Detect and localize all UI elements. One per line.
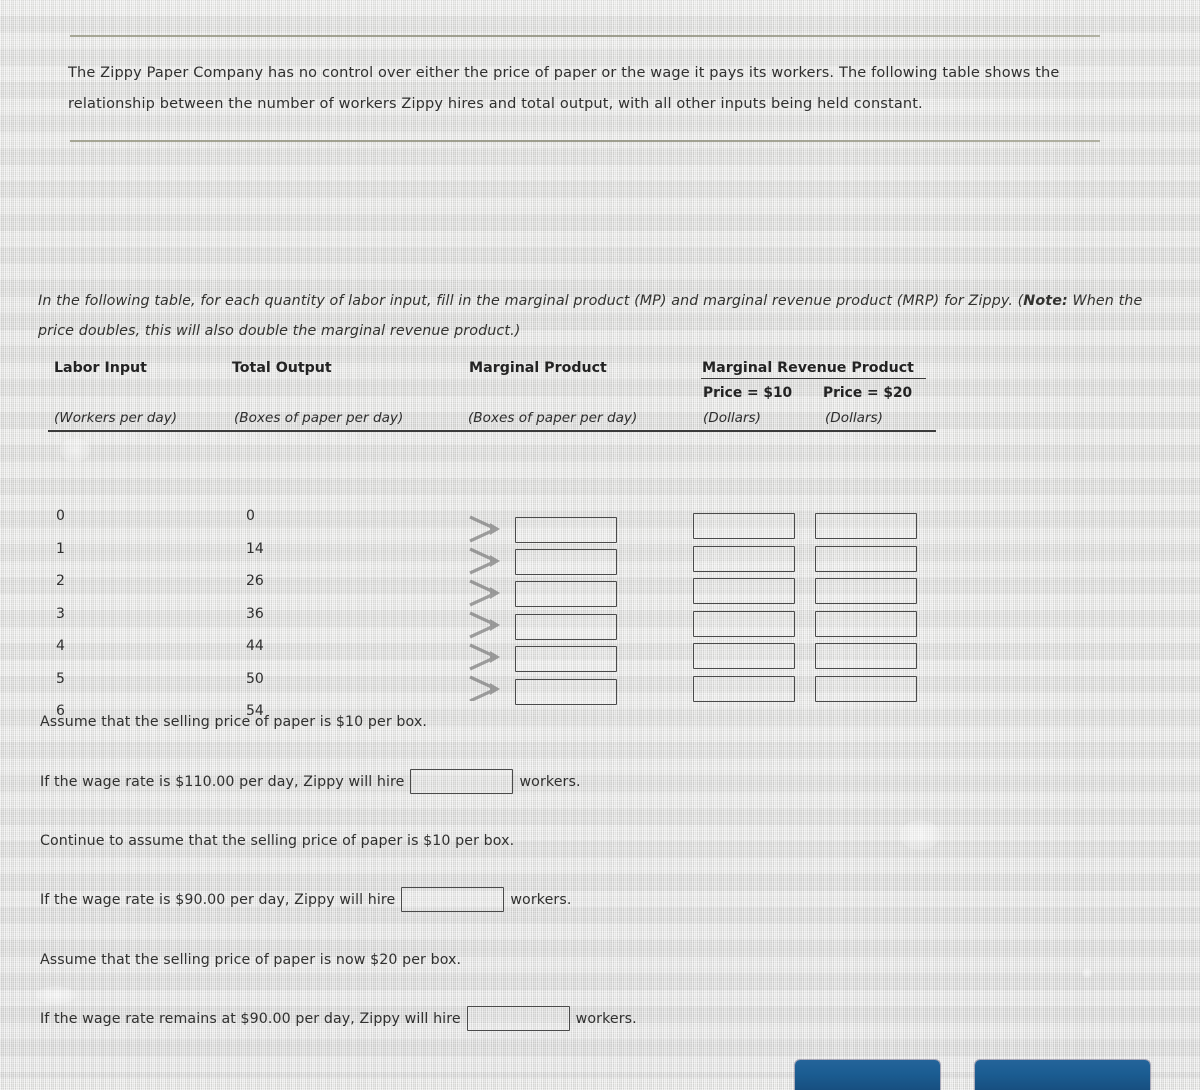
table-row: 5 50	[46, 671, 946, 704]
mrp-price-10-input-row-6[interactable]	[693, 675, 795, 702]
cell-total-output: 36	[246, 605, 264, 622]
marginal-product-input-row-2[interactable]	[515, 549, 617, 575]
workers-answer-input-3[interactable]	[466, 1006, 570, 1031]
marginal-product-input-row-4[interactable]	[515, 613, 617, 640]
assumption-text-3: Assume that the selling price of paper i…	[40, 952, 462, 968]
mrp-price-10-input-row-1[interactable]	[693, 513, 795, 539]
header-price-20: Price = $20	[823, 385, 913, 401]
table-header-rule	[48, 430, 936, 432]
instruction-note-label: Note:	[1023, 293, 1068, 309]
header-price-10: Price = $10	[703, 385, 793, 401]
table-row: 0 0	[46, 508, 946, 541]
instruction-text-before-note: In the following table, for each quantit…	[38, 293, 1024, 309]
mrp-price-10-input-row-2[interactable]	[693, 545, 795, 572]
cell-total-output: 14	[246, 540, 264, 557]
marginal-product-input-row-5[interactable]	[515, 646, 617, 672]
question-prompt-prefix-3: If the wage rate remains at $90.00 per d…	[40, 1010, 461, 1027]
assumption-text-1: Assume that the selling price of paper i…	[40, 714, 427, 730]
subheader-labor-input: (Workers per day)	[54, 410, 178, 426]
question-prompt-prefix-1: If the wage rate is $110.00 per day, Zip…	[40, 773, 405, 790]
workers-answer-input-2[interactable]	[401, 887, 505, 912]
mrp-price-20-input-row-3[interactable]	[815, 578, 917, 604]
cell-total-output: 50	[246, 670, 264, 687]
cell-labor-input: 5	[56, 670, 65, 687]
intro-paragraph: The Zippy Paper Company has no control o…	[68, 65, 1060, 112]
instruction-text: In the following table, for each quantit…	[38, 286, 1168, 346]
subheader-dollars-price-10: (Dollars)	[703, 410, 761, 426]
paper-smudge	[36, 986, 76, 1004]
mrp-price-20-input-row-1[interactable]	[815, 513, 917, 539]
cell-labor-input: 2	[56, 573, 65, 589]
table-row: 3 36	[46, 606, 946, 639]
cell-labor-input: 0	[56, 508, 65, 524]
worksheet-page: The Zippy Paper Company has no control o…	[0, 0, 1200, 1090]
question-line-2: If the wage rate is $90.00 per day, Zipp…	[40, 887, 571, 912]
paper-smudge	[1082, 968, 1092, 978]
question-prompt-suffix-3: workers.	[575, 1010, 637, 1027]
mrp-price-10-input-row-3[interactable]	[693, 578, 795, 604]
cell-total-output: 0	[246, 508, 255, 524]
question-prompt-suffix-2: workers.	[510, 891, 572, 908]
primary-action-button[interactable]	[795, 1060, 940, 1090]
mrp-price-10-input-row-5[interactable]	[693, 643, 795, 669]
mrp-price-10-input-row-4[interactable]	[693, 610, 795, 637]
subheader-total-output: (Boxes of paper per day)	[234, 410, 404, 426]
divider-bottom	[70, 140, 1100, 142]
marginal-product-input-row-1[interactable]	[515, 517, 617, 543]
table-body: 0 0 1 14 2 26 3 36 4 44 5 50 6 54	[46, 508, 946, 723]
marginal-product-table: Labor Input Total Output Marginal Produc…	[46, 356, 946, 719]
assumption-text-2: Continue to assume that the selling pric…	[40, 833, 515, 849]
divider-top	[70, 35, 1100, 37]
question-line-1: If the wage rate is $110.00 per day, Zip…	[40, 769, 581, 794]
header-total-output: Total Output	[232, 360, 332, 376]
table-header: Labor Input Total Output Marginal Produc…	[46, 356, 946, 432]
paper-smudge	[900, 820, 940, 850]
cell-total-output: 26	[246, 573, 264, 589]
mrp-price-20-input-row-4[interactable]	[815, 610, 917, 637]
cell-labor-input: 4	[56, 638, 65, 654]
question-prompt-prefix-2: If the wage rate is $90.00 per day, Zipp…	[40, 891, 396, 908]
marginal-product-input-row-3[interactable]	[515, 581, 617, 607]
subheader-marginal-product: (Boxes of paper per day)	[468, 410, 638, 426]
cell-labor-input: 3	[56, 605, 65, 622]
mrp-price-20-input-row-6[interactable]	[815, 675, 917, 702]
workers-answer-input-1[interactable]	[410, 769, 514, 794]
header-marginal-revenue-product: Marginal Revenue Product	[702, 360, 914, 376]
question-line-3: If the wage rate remains at $90.00 per d…	[40, 1006, 637, 1031]
header-labor-input: Labor Input	[54, 360, 147, 376]
question-prompt-suffix-1: workers.	[519, 773, 581, 790]
table-row: 4 44	[46, 638, 946, 671]
table-row: 2 26	[46, 573, 946, 606]
cell-total-output: 44	[246, 638, 264, 654]
cell-labor-input: 1	[56, 540, 65, 557]
secondary-action-button[interactable]	[975, 1060, 1150, 1090]
header-mrp-underline	[701, 378, 926, 379]
header-marginal-product: Marginal Product	[469, 360, 607, 376]
table-row: 1 14	[46, 541, 946, 574]
marginal-product-input-row-6[interactable]	[515, 678, 617, 705]
mrp-price-20-input-row-2[interactable]	[815, 545, 917, 572]
mrp-price-20-input-row-5[interactable]	[815, 643, 917, 669]
subheader-dollars-price-20: (Dollars)	[825, 410, 883, 426]
